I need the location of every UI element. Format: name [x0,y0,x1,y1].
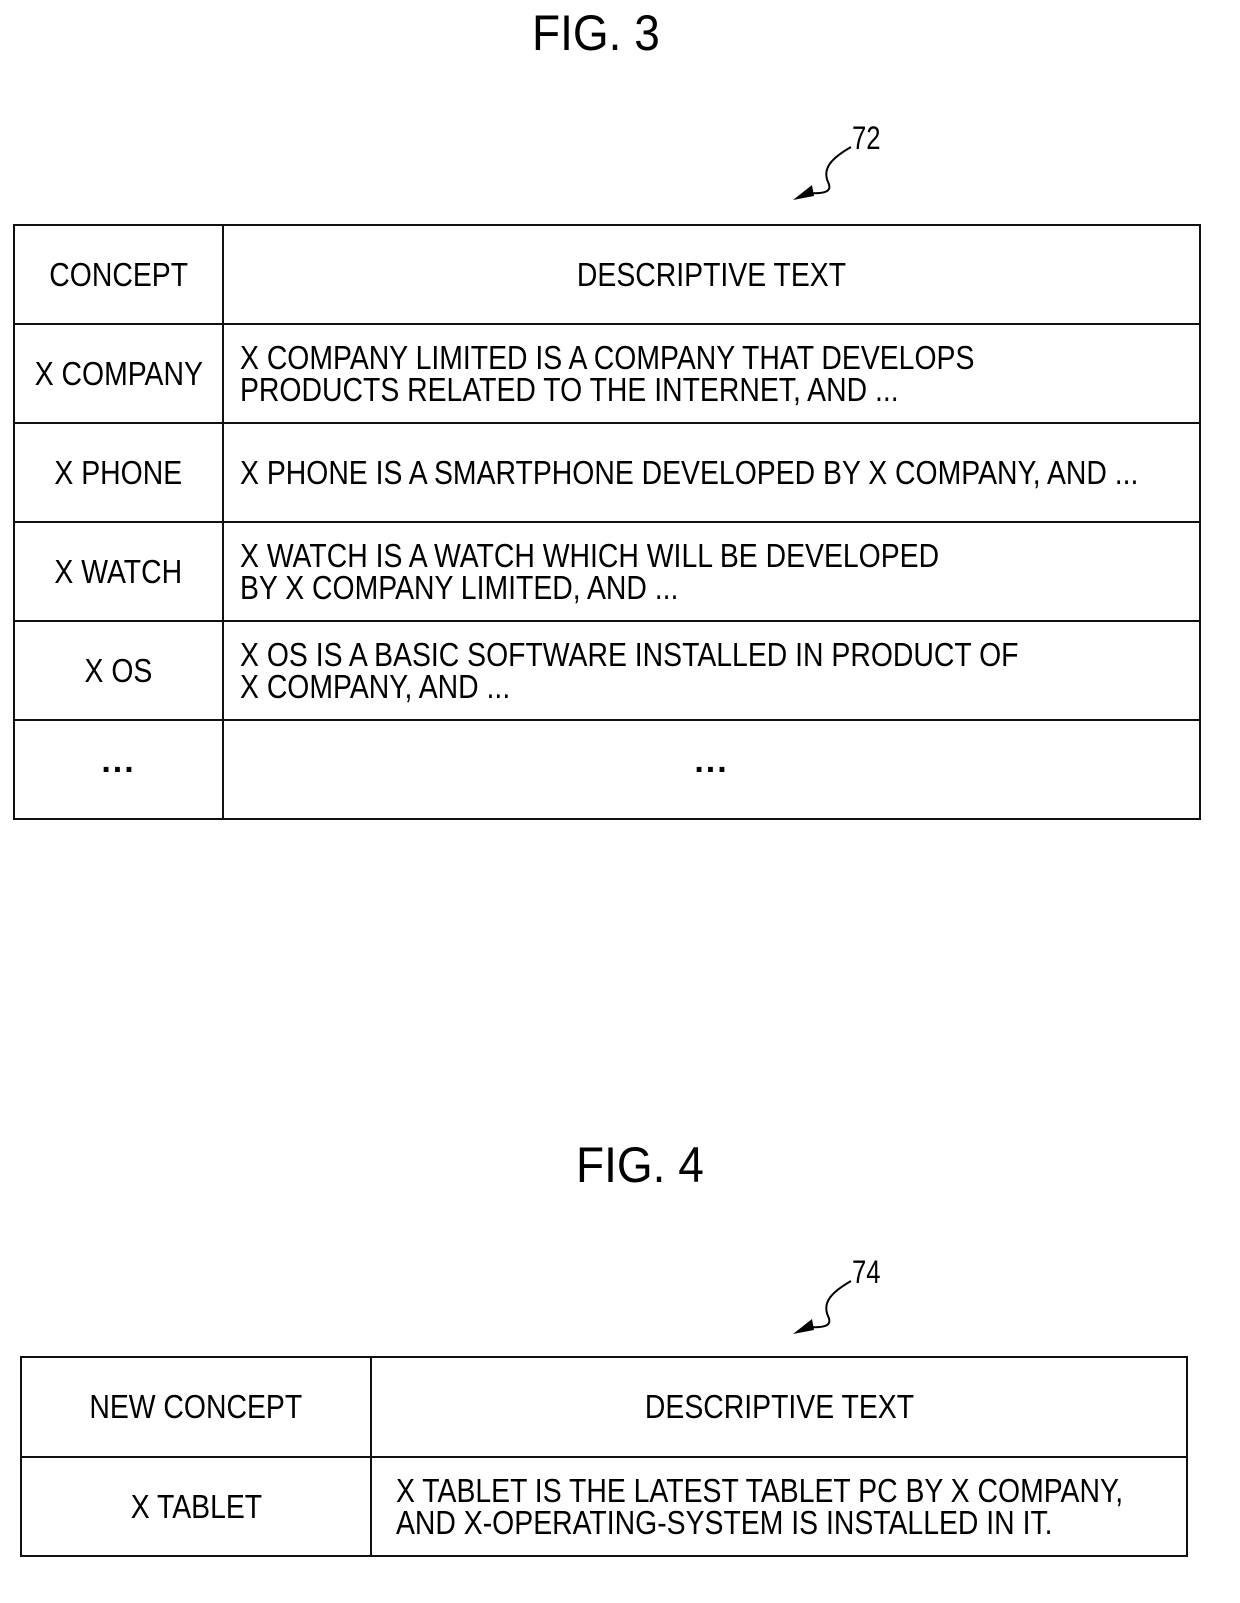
description-cell: X WATCH IS A WATCH WHICH WILL BE DEVELOP… [222,521,1201,622]
concept-cell: X PHONE [13,422,224,523]
header-new-concept: NEW CONCEPT [20,1356,372,1458]
description-line: BY X COMPANY LIMITED, AND ... [240,568,679,606]
description-line: PRODUCTS RELATED TO THE INTERNET, AND ..… [240,370,899,408]
table-row: X TABLET X TABLET IS THE LATEST TABLET P… [20,1456,1188,1557]
table-row: X WATCH X WATCH IS A WATCH WHICH WILL BE… [13,521,1201,622]
table-header-row: NEW CONCEPT DESCRIPTIVE TEXT [20,1356,1188,1458]
concept-label: X TABLET [130,1487,262,1525]
description-line: X PHONE IS A SMARTPHONE DEVELOPED BY X C… [240,453,1139,491]
table-row-ellipsis: ... ... [13,719,1201,820]
figure-4-title: FIG. 4 [576,1137,704,1193]
reference-numeral-74: 74 [852,1254,881,1290]
table-row: X COMPANY X COMPANY LIMITED IS A COMPANY… [13,323,1201,424]
concept-label: X PHONE [54,453,183,491]
header-concept: CONCEPT [13,224,224,325]
description-line: X WATCH IS A WATCH WHICH WILL BE DEVELOP… [240,536,940,574]
concept-cell: X COMPANY [13,323,224,424]
description-cell: X TABLET IS THE LATEST TABLET PC BY X CO… [370,1456,1188,1557]
concept-label: X WATCH [54,552,183,590]
concept-cell: X OS [13,620,224,721]
header-descriptive-text: DESCRIPTIVE TEXT [370,1356,1188,1458]
concept-cell: ... [13,719,224,820]
header-label: DESCRIPTIVE TEXT [576,255,847,293]
ellipsis: ... [694,742,729,780]
description-cell: ... [222,719,1201,820]
table-row: X PHONE X PHONE IS A SMARTPHONE DEVELOPE… [13,422,1201,523]
concept-table: CONCEPT DESCRIPTIVE TEXT X COMPANY X COM… [13,224,1201,820]
concept-cell: X WATCH [13,521,224,622]
description-cell: X PHONE IS A SMARTPHONE DEVELOPED BY X C… [222,422,1201,523]
concept-label: X COMPANY [34,354,203,392]
concept-label: X OS [84,651,153,689]
table-header-row: CONCEPT DESCRIPTIVE TEXT [13,224,1201,325]
header-label: DESCRIPTIVE TEXT [644,1388,914,1425]
description-line: AND X-OPERATING-SYSTEM IS INSTALLED IN I… [396,1503,1053,1541]
table-row: X OS X OS IS A BASIC SOFTWARE INSTALLED … [13,620,1201,721]
description-line: X OS IS A BASIC SOFTWARE INSTALLED IN PR… [240,635,1019,673]
description-line: X TABLET IS THE LATEST TABLET PC BY X CO… [396,1471,1124,1509]
new-concept-table: NEW CONCEPT DESCRIPTIVE TEXT X TABLET X … [20,1356,1188,1557]
description-cell: X OS IS A BASIC SOFTWARE INSTALLED IN PR… [222,620,1201,721]
ellipsis: ... [101,742,136,780]
header-label: NEW CONCEPT [89,1388,303,1425]
description-line: X COMPANY LIMITED IS A COMPANY THAT DEVE… [240,338,975,376]
description-cell: X COMPANY LIMITED IS A COMPANY THAT DEVE… [222,323,1201,424]
concept-cell: X TABLET [20,1456,372,1557]
description-line: X COMPANY, AND ... [240,667,511,705]
header-label: CONCEPT [49,255,188,293]
header-descriptive-text: DESCRIPTIVE TEXT [222,224,1201,325]
